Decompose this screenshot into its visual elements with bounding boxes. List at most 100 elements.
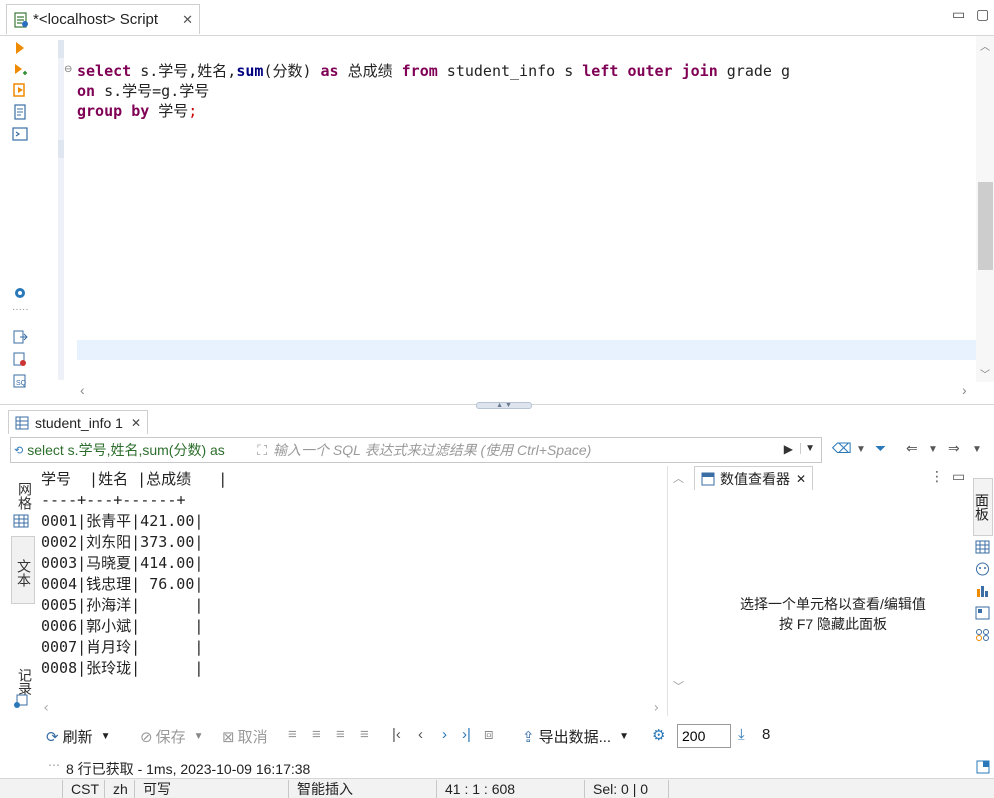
refresh-button[interactable]: ⟳ 刷新 ▼ (46, 726, 111, 747)
grid-icon[interactable] (13, 514, 29, 528)
export-data-button[interactable]: ⇪ 导出数据... ▼ (522, 726, 629, 747)
aggregate-icon[interactable] (975, 562, 990, 576)
sql-editor: ····· SQ ⊖ select s.学号,姓名,sum(分数) as 总成绩… (0, 36, 994, 404)
viewer-hint: 选择一个单元格以查看/编辑值 按 F7 隐藏此面板 (668, 594, 994, 634)
forward-dropdown-icon[interactable]: ▼ (972, 444, 982, 455)
record-icon[interactable] (13, 694, 29, 708)
copy-row-icon[interactable]: ≡ (336, 726, 345, 743)
scroll-down-icon[interactable]: ﹀ (980, 366, 990, 381)
close-results-tab-icon[interactable]: ✕ (131, 416, 141, 430)
status-locale: zh (104, 780, 128, 798)
panel-side-tabs: 面板 (972, 466, 994, 716)
fetch-size-input[interactable] (677, 724, 731, 748)
results-tab-label: student_info 1 (35, 414, 123, 431)
clear-filter-icon[interactable]: ⌫ (832, 440, 852, 457)
filter-sql-icon: ⟲ (14, 444, 24, 457)
console-icon[interactable] (12, 126, 28, 142)
code-line-2: on s.学号=g.学号 (77, 82, 210, 100)
result-text-view[interactable]: 学号 |姓名 |总成绩 | ----+---+------+ 0001|张青平|… (36, 466, 667, 716)
settings-gear-icon[interactable] (12, 285, 28, 301)
table-icon (15, 416, 29, 429)
viewer-scroll-down-icon[interactable]: ﹀ (673, 678, 684, 694)
save-dropdown-icon[interactable]: ▼ (194, 731, 204, 742)
load-script-icon[interactable] (12, 351, 28, 367)
viewer-minimize-icon[interactable]: ▭ (952, 468, 965, 485)
filter-input-placeholder[interactable]: 输入一个 SQL 表达式来过滤结果 (使用 Ctrl+Space) (273, 440, 591, 460)
apply-filter-icon[interactable]: ▶ (784, 442, 793, 456)
metadata-icon[interactable] (975, 584, 990, 598)
clear-filter-dropdown-icon[interactable]: ▼ (856, 444, 866, 455)
panels-grid-icon[interactable] (975, 628, 990, 642)
fetch-rows-icon[interactable]: ⤓ (738, 726, 745, 743)
filter-history-dropdown-icon[interactable]: ▼ (800, 443, 815, 454)
delete-row-icon[interactable]: ≡ (360, 726, 369, 743)
minimize-icon[interactable]: ▭ (952, 6, 965, 23)
gutter-marker (58, 140, 64, 158)
results-tabbar: student_info 1 ✕ (0, 410, 994, 434)
forward-arrow-icon[interactable]: ⇒ (948, 440, 960, 457)
fetch-status-text: 8 行已获取 - 1ms, 2023-10-09 16:17:38 (66, 761, 311, 777)
status-mode: 可写 (134, 780, 171, 798)
export-icon[interactable] (12, 329, 28, 345)
splitter-grip[interactable]: ▲ ▼ (476, 402, 532, 409)
panel-layout-icon[interactable] (976, 760, 990, 774)
viewer-scroll-up-icon[interactable]: ︿ (673, 470, 684, 486)
toolbar-more-dots: ····· (12, 304, 29, 315)
scroll-right-icon[interactable]: › (962, 382, 967, 398)
status-expand-icon[interactable]: ⋯ (48, 758, 60, 772)
back-arrow-icon[interactable]: ⇐ (906, 440, 918, 457)
filter-funnel-icon[interactable]: ⏷ (875, 440, 886, 457)
refresh-dropdown-icon[interactable]: ▼ (101, 731, 111, 742)
export-upload-icon: ⇪ (522, 728, 535, 746)
execute-statement-icon[interactable] (12, 40, 28, 56)
viewer-menu-icon[interactable]: ⋮ (930, 468, 944, 485)
save-button[interactable]: ⊘ 保存 ▼ (140, 726, 204, 747)
cancel-label: 取消 (237, 729, 268, 746)
scrollbar-thumb[interactable] (978, 182, 993, 270)
editor-tabbar: *<localhost> Script ✕ ▭ ▢ (0, 0, 994, 36)
expand-filter-icon[interactable]: ⛶ (257, 442, 267, 459)
results-tab-student-info[interactable]: student_info 1 ✕ (8, 410, 149, 434)
export-dropdown-icon[interactable]: ▼ (619, 731, 629, 742)
execute-in-new-tab-icon[interactable] (12, 62, 28, 78)
previous-page-icon[interactable]: ‹ (418, 726, 423, 743)
text-result-divider: ----+---+------+ (41, 491, 186, 509)
code-text-area[interactable]: select s.学号,姓名,sum(分数) as 总成绩 from stude… (70, 36, 976, 382)
save-script-icon[interactable]: SQ (12, 373, 28, 389)
add-row-icon[interactable]: ≡ (312, 726, 321, 743)
close-viewer-icon[interactable]: ✕ (796, 472, 806, 486)
gutter-marker (58, 40, 64, 58)
tab-grid[interactable]: 网格 (11, 476, 35, 516)
text-result-row: 0004|钱忠理| 76.00| (41, 575, 204, 593)
first-page-icon[interactable]: |‹ (392, 726, 401, 743)
sql-script-icon (14, 11, 28, 28)
cancel-button[interactable]: ⊠ 取消 (222, 726, 268, 747)
tab-panels[interactable]: 面板 (973, 478, 993, 536)
filter-query-text: select s.学号,姓名,sum(分数) as (27, 442, 225, 458)
text-scroll-left-icon[interactable]: ‹ (42, 700, 50, 716)
text-result-row: 0008|张玲珑| | (41, 659, 204, 677)
fetch-all-icon[interactable]: ⧈ (484, 726, 494, 743)
scroll-left-icon[interactable]: ‹ (80, 382, 85, 398)
scroll-up-icon[interactable]: ︿ (980, 38, 990, 53)
maximize-icon[interactable]: ▢ (976, 6, 989, 23)
back-dropdown-icon[interactable]: ▼ (928, 444, 938, 455)
code-line-3: group by 学号; (77, 102, 198, 120)
close-tab-icon[interactable]: ✕ (182, 12, 193, 28)
script-editor-tab[interactable]: *<localhost> Script ✕ (6, 4, 200, 34)
edit-row-icon[interactable]: ≡ (288, 726, 297, 743)
tab-text[interactable]: 文本 (11, 536, 35, 604)
explain-plan-icon[interactable] (12, 104, 28, 120)
result-filter-bar[interactable]: ⟲ select s.学号,姓名,sum(分数) as ⛶ 输入一个 SQL 表… (10, 437, 822, 463)
next-page-icon[interactable]: › (442, 726, 447, 743)
text-scroll-right-icon[interactable]: › (652, 700, 660, 716)
editor-horizontal-scrollbar[interactable]: ‹ › (78, 382, 976, 400)
text-result-row: 0001|张青平|421.00| (41, 512, 204, 530)
editor-vertical-scrollbar[interactable]: ︿ ﹀ (976, 36, 994, 382)
execute-script-icon[interactable] (12, 82, 28, 98)
fetch-settings-gear-icon[interactable]: ⚙ (652, 726, 665, 744)
references-icon[interactable] (975, 606, 990, 620)
grid-panel-icon[interactable] (975, 540, 990, 554)
value-viewer-tab[interactable]: 数值查看器 ✕ (694, 466, 814, 490)
last-page-icon[interactable]: ›| (462, 726, 471, 743)
